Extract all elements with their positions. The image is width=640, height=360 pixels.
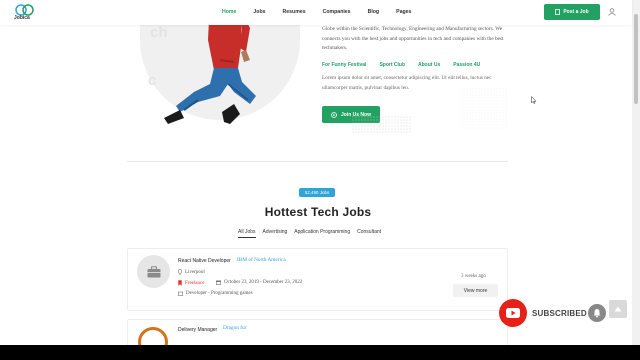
bookmark-icon: [178, 280, 182, 286]
page: Jobica Home Jobs Resumes Companies Blog …: [0, 0, 640, 345]
job-location: Liverpool: [178, 269, 205, 275]
hero-links: For Funny Festival Sport Club About Us P…: [322, 62, 493, 68]
nav-resumes[interactable]: Resumes: [283, 9, 306, 15]
youtube-icon: [499, 299, 527, 327]
scroll-to-top-button[interactable]: [609, 300, 627, 318]
link-about-us[interactable]: About Us: [418, 62, 440, 68]
link-funny-festival[interactable]: For Funny Festival: [322, 62, 366, 68]
post-job-label: Post a Job: [563, 9, 589, 15]
nav-blog[interactable]: Blog: [368, 9, 380, 15]
nav-pages[interactable]: Pages: [396, 9, 411, 15]
jobs-count-badge: 52,490 Jobs: [299, 188, 335, 197]
job-title[interactable]: React Native Developer: [178, 258, 231, 264]
company-logo: [137, 255, 170, 288]
tab-application-programming[interactable]: Application Programming: [294, 229, 350, 238]
job-type: Freelance: [178, 280, 204, 286]
section-title: Hottest Tech Jobs: [264, 205, 372, 219]
job-category-tabs: All Jobs Advertising Application Program…: [238, 229, 388, 238]
folder-icon: [178, 291, 183, 296]
job-title[interactable]: Delivery Manager: [178, 327, 217, 333]
location-pin-icon: [178, 269, 182, 275]
nav-jobs[interactable]: Jobs: [253, 9, 265, 15]
youtube-subscribed-overlay: SUBSCRIBED: [499, 299, 587, 327]
company-name[interactable]: Dragon fur: [223, 325, 246, 331]
main-nav: Home Jobs Resumes Companies Blog Pages: [222, 9, 428, 15]
job-category-text: Developer - Programming games: [186, 291, 253, 296]
link-passion-4u[interactable]: Passion 4U: [453, 62, 480, 68]
nav-companies[interactable]: Companies: [323, 9, 351, 15]
company-name[interactable]: IBM of North America: [237, 257, 286, 263]
hero-bg-letter: c: [148, 72, 157, 89]
mouse-cursor-icon: [531, 96, 537, 104]
posted-time: 3 weeks ago: [461, 274, 486, 279]
tab-advertising[interactable]: Advertising: [263, 229, 288, 238]
view-more-button[interactable]: View more: [453, 284, 498, 297]
scrollbar-thumb[interactable]: [634, 14, 638, 104]
bell-icon: [588, 304, 606, 322]
post-job-button[interactable]: Post a Job: [544, 4, 600, 20]
job-dates: October 23, 2019 - December 23, 2022: [216, 280, 302, 285]
decorative-dots: [460, 88, 508, 130]
play-circle-icon: [331, 111, 337, 118]
location-text: Liverpool: [185, 269, 205, 275]
tab-consultant[interactable]: Consultant: [357, 229, 381, 238]
section-divider: [127, 161, 508, 162]
arrow-up-icon: [614, 306, 622, 312]
tab-all-jobs[interactable]: All Jobs: [238, 229, 256, 238]
subscribed-label: SUBSCRIBED: [532, 308, 587, 318]
hero-intro-text: Globe within the Scientific, Technology,…: [322, 26, 504, 51]
document-icon: [555, 9, 561, 15]
briefcase-icon: [147, 265, 160, 277]
user-icon[interactable]: [608, 8, 616, 16]
link-sport-club[interactable]: Sport Club: [379, 62, 405, 68]
calendar-icon: [216, 280, 221, 285]
job-category: Developer - Programming games: [178, 291, 253, 296]
brand-name[interactable]: Jobica: [14, 15, 30, 21]
job-type-text: Freelance: [185, 280, 205, 286]
job-dates-text: October 23, 2019 - December 23, 2022: [224, 280, 303, 285]
site-header: Jobica Home Jobs Resumes Companies Blog …: [0, 0, 632, 25]
decorative-dots: [352, 116, 412, 134]
nav-home[interactable]: Home: [222, 9, 236, 15]
